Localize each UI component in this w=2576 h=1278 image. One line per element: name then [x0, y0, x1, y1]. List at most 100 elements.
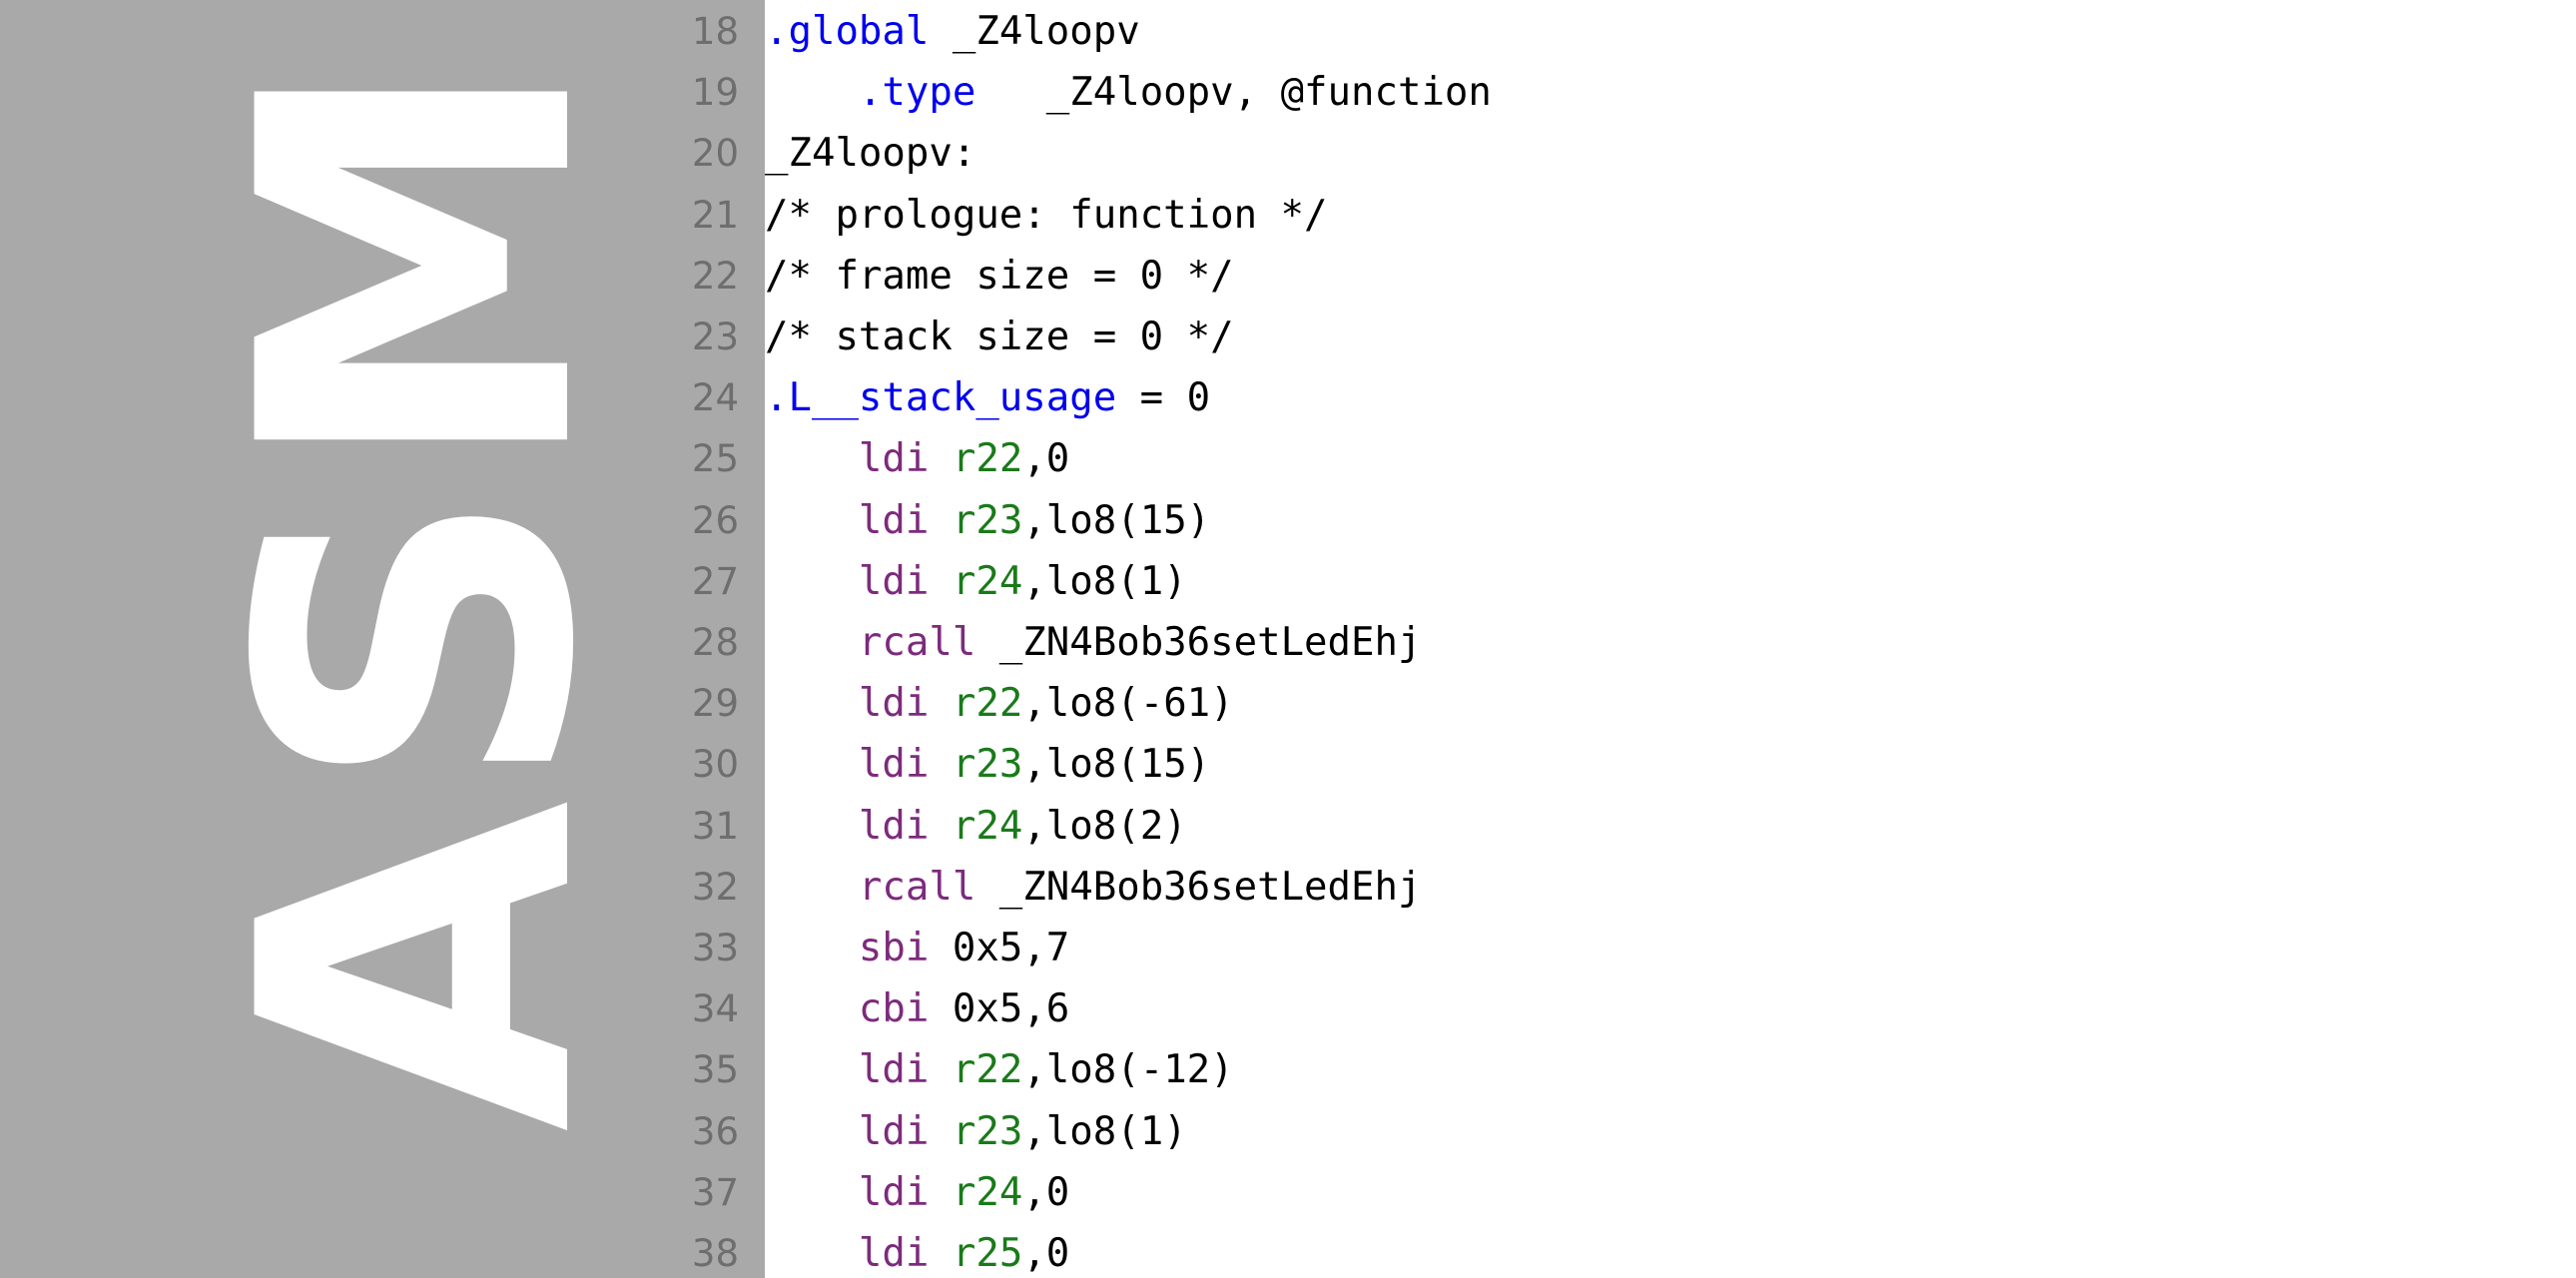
code-viewer: ASM 18 19 20 21 22 23 24 25 26 27 28 29 30 31 32 33 34 35…	[0, 0, 2576, 1278]
code-token-directive: .L__stack_usage	[765, 375, 1117, 421]
line-number: 30	[691, 743, 739, 787]
line-number: 38	[691, 1232, 739, 1275]
code-token-comment: /* frame size = 0 */	[765, 253, 1234, 299]
code-line[interactable]: /* stack size = 0 */	[765, 307, 2576, 367]
code-line[interactable]: ldi r24,lo8(2)	[765, 796, 2576, 857]
code-line[interactable]: .global _Z4loopv	[765, 1, 2576, 62]
code-token-register: r25	[952, 1231, 1023, 1276]
code-token-mnemonic: ldi	[858, 1169, 930, 1215]
code-token-plain: ,lo8(2)	[1022, 803, 1187, 849]
line-number: 19	[691, 71, 739, 115]
code-line[interactable]: cbi 0x5,6	[765, 978, 2576, 1039]
code-line[interactable]: sbi 0x5,7	[765, 918, 2576, 978]
line-number: 29	[691, 682, 739, 726]
code-line[interactable]: /* prologue: function */	[765, 185, 2576, 246]
code-line[interactable]: ldi r22,lo8(-61)	[765, 673, 2576, 734]
code-line[interactable]: ldi r24,lo8(1)	[765, 551, 2576, 612]
line-number: 31	[691, 804, 739, 848]
code-token-plain: ,lo8(-12)	[1022, 1047, 1234, 1093]
code-token-register: r22	[952, 681, 1023, 727]
code-line[interactable]: ldi r22,0	[765, 428, 2576, 489]
code-token-register: r23	[952, 742, 1023, 788]
code-token-plain: _Z4loopv	[929, 9, 1140, 54]
code-token-plain: 0x5,7	[929, 926, 1070, 970]
code-token-register: r23	[952, 1108, 1023, 1154]
code-token-mnemonic: ldi	[858, 497, 930, 543]
code-line[interactable]: rcall _ZN4Bob36setLedEhj	[765, 612, 2576, 673]
code-token-mnemonic: rcall	[858, 864, 976, 910]
code-token-plain: ,lo8(15)	[1022, 742, 1211, 788]
code-token-register: r24	[952, 1169, 1023, 1215]
line-number: 20	[691, 132, 739, 176]
code-line[interactable]: ldi r25,0	[765, 1223, 2576, 1278]
code-token-plain: ,lo8(-61)	[1022, 681, 1234, 727]
line-number: 21	[691, 193, 739, 237]
code-token-mnemonic: ldi	[858, 436, 930, 482]
line-number: 32	[691, 865, 739, 909]
code-line[interactable]: ldi r22,lo8(-12)	[765, 1039, 2576, 1100]
line-number: 25	[691, 437, 739, 481]
line-number: 33	[691, 927, 739, 969]
line-number: 36	[691, 1109, 739, 1153]
code-token-plain: ,0	[1022, 1231, 1070, 1276]
code-line[interactable]: /* frame size = 0 */	[765, 246, 2576, 307]
code-token-register: r23	[952, 497, 1023, 543]
code-line[interactable]: ldi r23,lo8(15)	[765, 734, 2576, 795]
code-token-comment: /* prologue: function */	[765, 192, 1328, 238]
code-line[interactable]: rcall _ZN4Bob36setLedEhj	[765, 857, 2576, 918]
code-token-mnemonic: ldi	[858, 681, 930, 727]
line-number: 22	[691, 254, 739, 298]
line-number: 35	[691, 1048, 739, 1092]
line-number: 34	[691, 987, 739, 1031]
line-number: 24	[691, 376, 739, 420]
code-line[interactable]: ldi r23,lo8(1)	[765, 1101, 2576, 1162]
code-token-mnemonic: ldi	[858, 1047, 930, 1093]
gutter-panel: ASM 18 19 20 21 22 23 24 25 26 27 28 29 30 31 32 33 34 35…	[0, 0, 765, 1278]
code-token-mnemonic: ldi	[858, 803, 930, 849]
code-token-plain: 0x5,6	[929, 986, 1070, 1032]
code-token-mnemonic: ldi	[858, 742, 930, 788]
code-line[interactable]: .type _Z4loopv, @function	[765, 62, 2576, 123]
code-line[interactable]: ldi r24,0	[765, 1162, 2576, 1223]
line-number: 27	[691, 559, 739, 603]
code-token-directive: .global	[765, 9, 930, 54]
code-token-comment: /* stack size = 0 */	[765, 315, 1234, 359]
code-line[interactable]: _Z4loopv:	[765, 123, 2576, 184]
code-token-register: r24	[952, 558, 1023, 604]
code-token-plain: ,lo8(1)	[1022, 1108, 1187, 1154]
code-token-mnemonic: ldi	[858, 1231, 930, 1276]
code-token-mnemonic: rcall	[858, 620, 976, 665]
code-token-plain: ,lo8(1)	[1022, 558, 1187, 604]
code-token-register: r24	[952, 803, 1023, 849]
code-token-mnemonic: ldi	[858, 558, 930, 604]
code-content[interactable]: .global _Z4loopv .type _Z4loopv, @functi…	[765, 0, 2576, 1278]
code-token-plain: _Z4loopv:	[765, 131, 976, 177]
code-token-register: r22	[952, 436, 1023, 482]
code-token-plain: = 0	[1116, 375, 1211, 421]
code-line[interactable]: ldi r23,lo8(15)	[765, 490, 2576, 551]
code-token-plain: _Z4loopv, @function	[975, 70, 1492, 116]
code-token-plain: ,lo8(15)	[1022, 497, 1211, 543]
code-token-register: r22	[952, 1047, 1023, 1093]
code-line[interactable]: .L__stack_usage = 0	[765, 367, 2576, 428]
line-number: 18	[691, 10, 739, 53]
line-number: 26	[691, 498, 739, 542]
